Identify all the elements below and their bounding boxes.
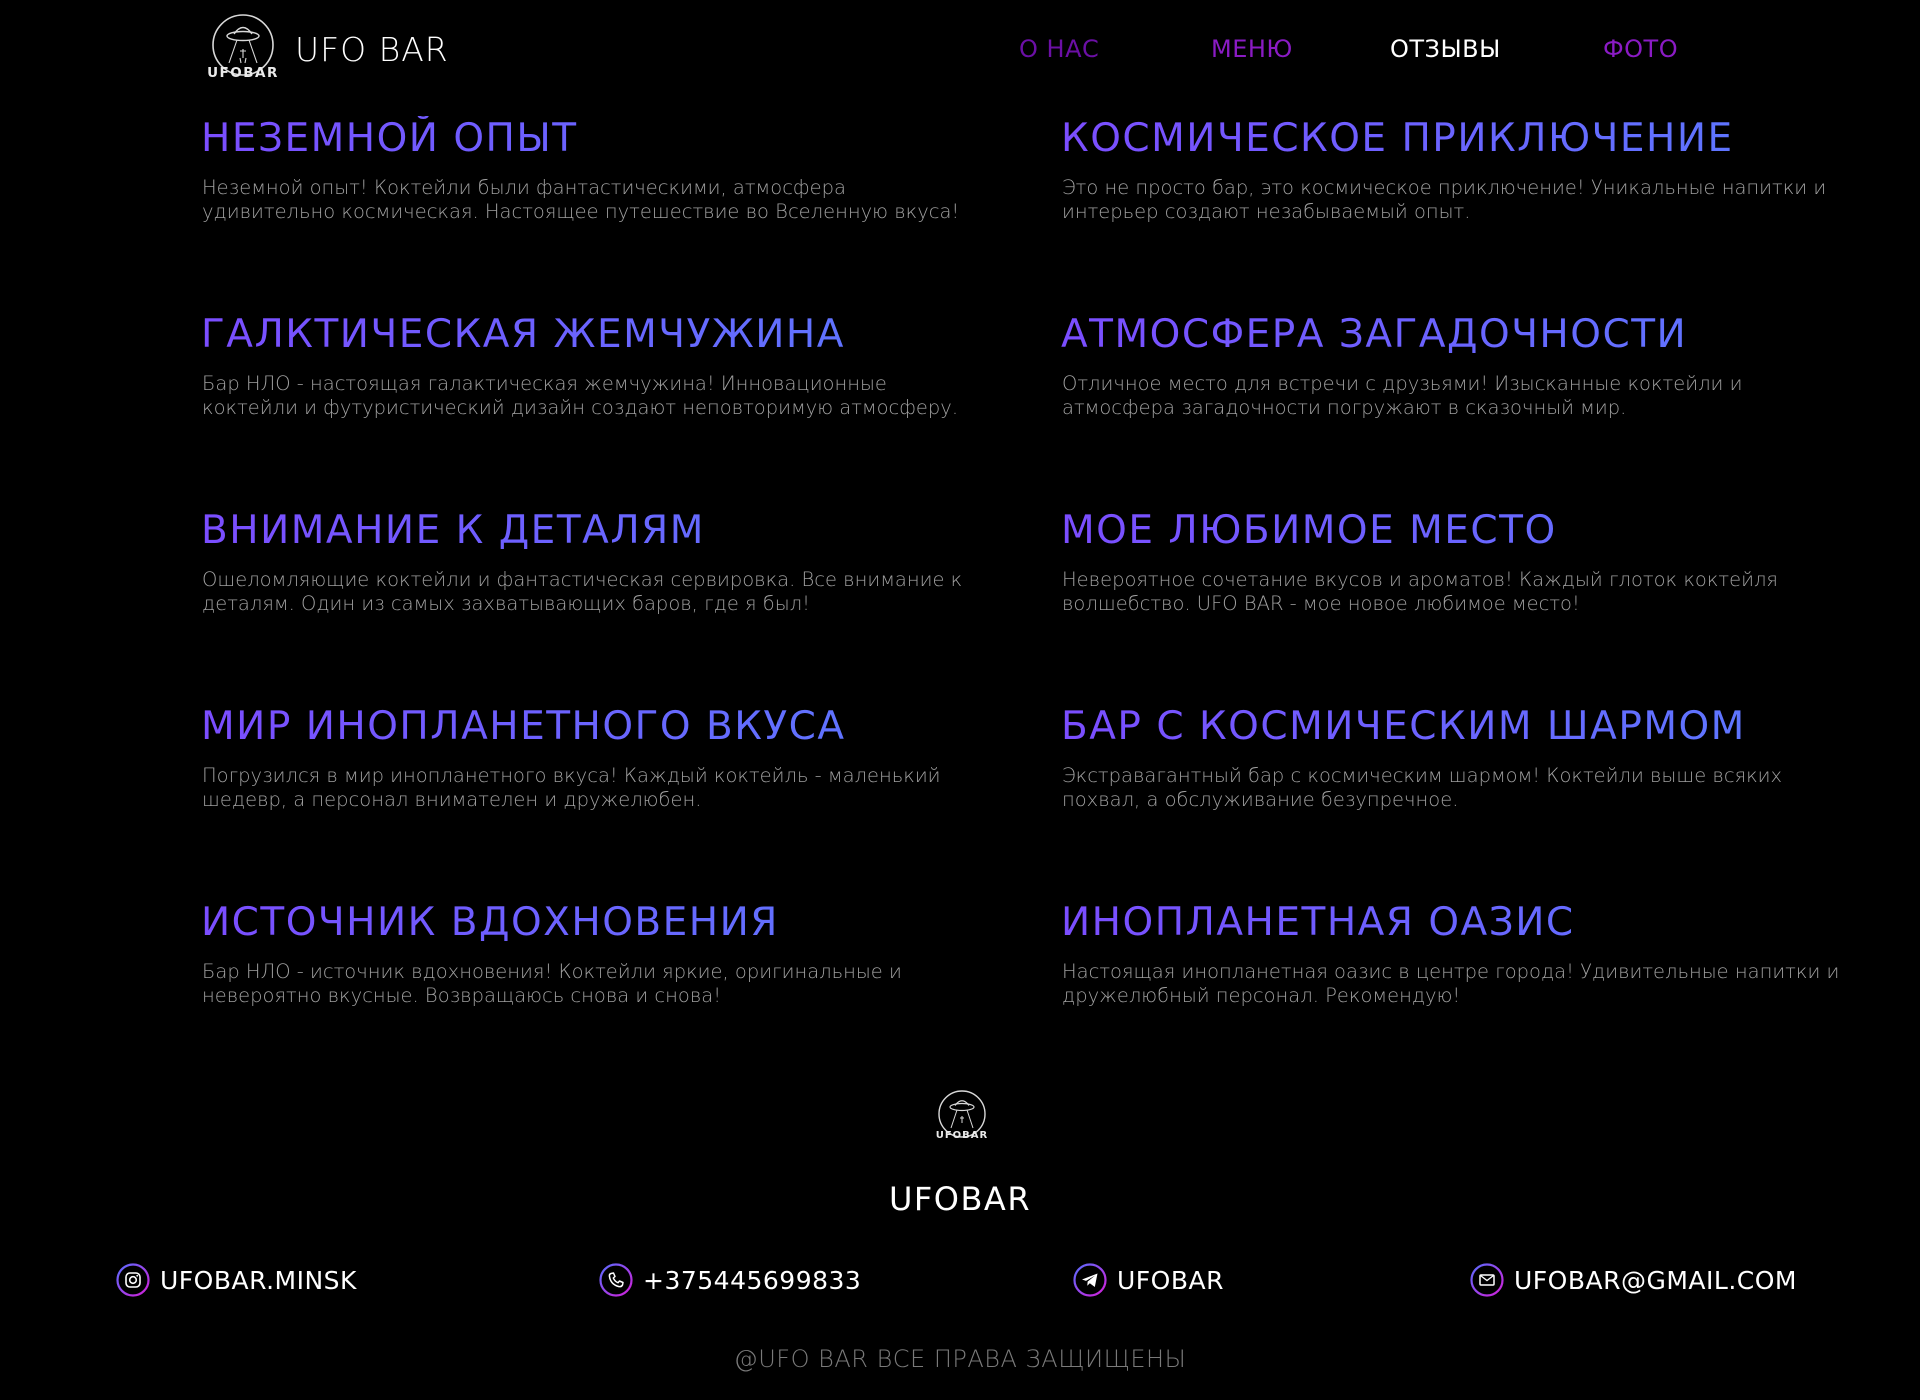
logo-wordmark: UFOBAR	[207, 65, 279, 81]
review-card: ИНОПЛАНЕТНАЯ ОАЗИС Настоящая инопланетна…	[1061, 900, 1841, 1008]
ufo-logo-icon[interactable]: UFOBAR	[203, 11, 283, 87]
nav-item-reviews[interactable]: ОТЗЫВЫ	[1390, 35, 1501, 63]
review-title: НЕЗЕМНОЙ ОПЫТ	[201, 116, 981, 162]
nav-item-about[interactable]: О НАС	[1019, 35, 1099, 63]
review-card: ИСТОЧНИК ВДОХНОВЕНИЯ Бар НЛО - источник …	[201, 900, 981, 1008]
review-card: ГАЛКТИЧЕСКАЯ ЖЕМЧУЖИНА Бар НЛО - настоящ…	[201, 312, 981, 420]
review-text: Бар НЛО - источник вдохновения! Коктейли…	[202, 960, 902, 1007]
review-title: ИСТОЧНИК ВДОХНОВЕНИЯ	[201, 900, 981, 946]
contact-email-label: UFOBAR@GMAIL.COM	[1514, 1265, 1797, 1295]
footer-brand: UFOBAR	[888, 1180, 1032, 1218]
review-card: АТМОСФЕРА ЗАГАДОЧНОСТИ Отличное место дл…	[1061, 312, 1841, 420]
review-card: МИР ИНОПЛАНЕТНОГО ВКУСА Погрузился в мир…	[201, 704, 981, 812]
footer-logo-wordmark: UFOBAR	[936, 1130, 989, 1141]
review-text: Неземной опыт! Коктейли были фантастичес…	[202, 176, 960, 223]
nav-item-menu[interactable]: МЕНЮ	[1211, 35, 1293, 63]
nav-item-photo[interactable]: ФОТО	[1603, 35, 1678, 63]
telegram-icon	[1073, 1263, 1107, 1297]
review-card: ВНИМАНИЕ К ДЕТАЛЯМ Ошеломляющие коктейли…	[201, 508, 981, 616]
review-title: ВНИМАНИЕ К ДЕТАЛЯМ	[201, 508, 981, 554]
contact-telegram-label: UFOBAR	[1117, 1265, 1224, 1295]
copyright-text: @UFO BAR ВСЕ ПРАВА ЗАЩИЩЕНЫ	[733, 1345, 1187, 1373]
review-card: МОЕ ЛЮБИМОЕ МЕСТО Невероятное сочетание …	[1061, 508, 1841, 616]
review-text: Ошеломляющие коктейли и фантастическая с…	[202, 568, 963, 615]
review-text: Отличное место для встречи с друзьями! И…	[1062, 372, 1743, 419]
contact-instagram-link[interactable]: UFOBAR.MINSK	[116, 1262, 357, 1298]
review-title: ГАЛКТИЧЕСКАЯ ЖЕМЧУЖИНА	[201, 312, 981, 358]
review-title: БАР С КОСМИЧЕСКИМ ШАРМОМ	[1061, 704, 1841, 750]
contact-email-link[interactable]: UFOBAR@GMAIL.COM	[1470, 1262, 1797, 1298]
review-card: КОСМИЧЕСКОЕ ПРИКЛЮЧЕНИЕ Это не просто ба…	[1061, 116, 1841, 224]
review-text: Это не просто бар, это космическое прикл…	[1062, 176, 1827, 223]
review-title: ИНОПЛАНЕТНАЯ ОАЗИС	[1061, 900, 1841, 946]
review-title: МИР ИНОПЛАНЕТНОГО ВКУСА	[201, 704, 981, 750]
footer-ufo-logo-icon: UFOBAR	[936, 1090, 989, 1141]
contact-phone-label: +375445699833	[643, 1265, 862, 1295]
contact-phone-link[interactable]: +375445699833	[599, 1262, 861, 1298]
review-text: Бар НЛО - настоящая галактическая жемчуж…	[202, 372, 959, 419]
review-title: АТМОСФЕРА ЗАГАДОЧНОСТИ	[1061, 312, 1841, 358]
review-title: КОСМИЧЕСКОЕ ПРИКЛЮЧЕНИЕ	[1061, 116, 1841, 162]
brand-name[interactable]: UFO BAR	[295, 30, 449, 69]
contact-instagram-label: UFOBAR.MINSK	[160, 1265, 357, 1295]
review-text: Погрузился в мир инопланетного вкуса! Ка…	[202, 764, 941, 811]
instagram-icon	[116, 1263, 150, 1297]
review-text: Экстравагантный бар с космическим шармом…	[1062, 764, 1783, 811]
contact-telegram-link[interactable]: UFOBAR	[1073, 1262, 1224, 1298]
review-text: Невероятное сочетание вкусов и ароматов!…	[1062, 568, 1778, 615]
phone-icon	[599, 1263, 633, 1297]
review-card: БАР С КОСМИЧЕСКИМ ШАРМОМ Экстравагантный…	[1061, 704, 1841, 812]
mail-icon	[1470, 1263, 1504, 1297]
site-header: UFOBAR UFO BAR О НАС МЕНЮ ОТЗЫВЫ ФОТО	[0, 0, 1920, 102]
review-text: Настоящая инопланетная оазис в центре го…	[1062, 960, 1840, 1007]
review-title: МОЕ ЛЮБИМОЕ МЕСТО	[1061, 508, 1841, 554]
review-card: НЕЗЕМНОЙ ОПЫТ Неземной опыт! Коктейли бы…	[201, 116, 981, 224]
